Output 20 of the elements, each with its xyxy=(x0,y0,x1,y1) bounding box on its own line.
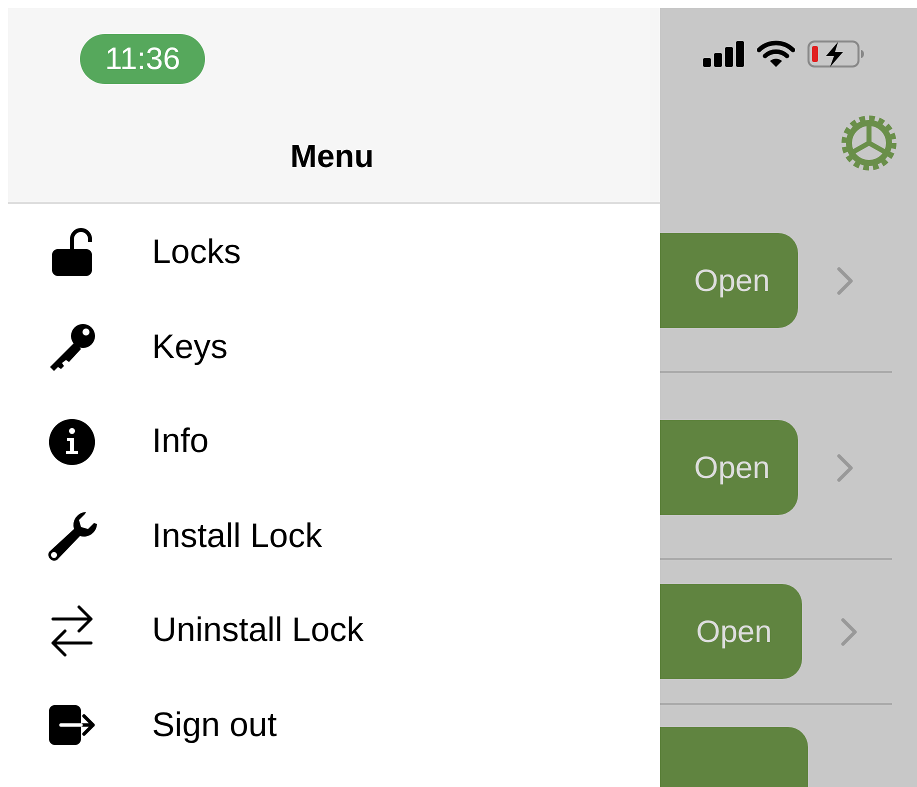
chevron-icon xyxy=(836,452,854,482)
chevron-icon xyxy=(836,266,854,296)
wrench-icon xyxy=(46,510,98,562)
swap-arrows-icon xyxy=(51,604,93,657)
menu-item[interactable]: Install Lock xyxy=(152,516,322,556)
battery-charging-icon xyxy=(807,40,865,68)
menu-item[interactable]: Sign out xyxy=(152,706,277,745)
wifi-icon xyxy=(757,40,795,68)
info-icon xyxy=(49,418,95,465)
status-time: 11:36 xyxy=(80,34,206,84)
chevron-icon xyxy=(840,616,858,646)
menu-item[interactable]: Keys xyxy=(152,328,228,367)
menu-title: Menu xyxy=(290,138,374,174)
sign-out-icon xyxy=(47,704,97,746)
unlocked-padlock-icon xyxy=(50,227,94,277)
menu-item[interactable]: Uninstall Lock xyxy=(152,611,364,650)
signal-icon xyxy=(703,41,745,68)
settings-icon[interactable] xyxy=(841,115,897,172)
menu-item[interactable]: Info xyxy=(152,422,209,462)
menu-item[interactable]: Locks xyxy=(152,232,241,272)
